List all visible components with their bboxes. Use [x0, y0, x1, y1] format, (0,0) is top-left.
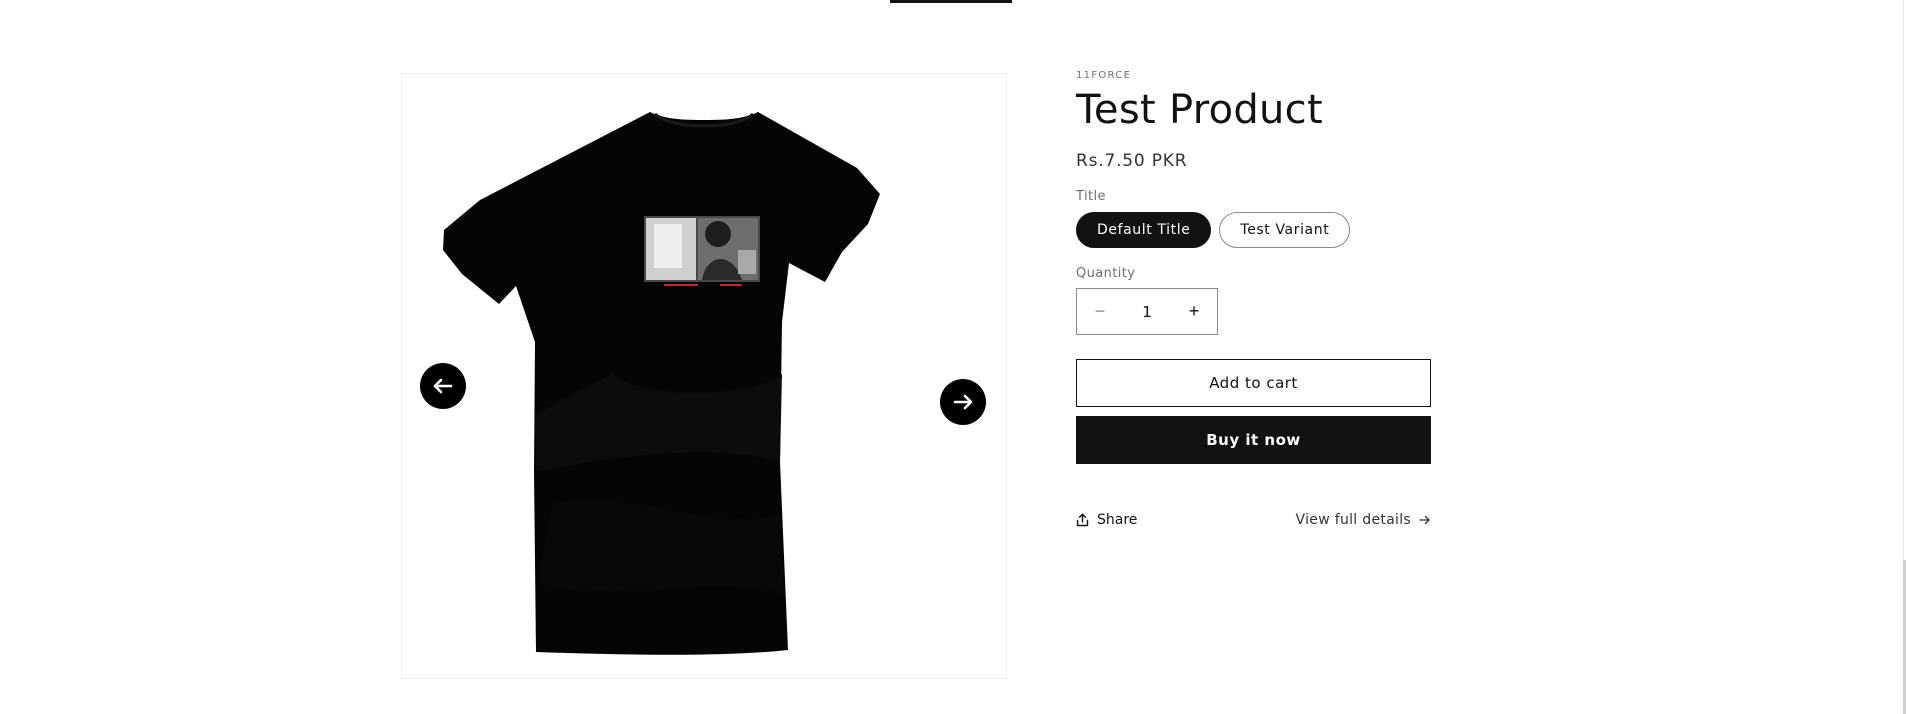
minus-icon: − — [1094, 301, 1106, 321]
buy-now-button[interactable]: Buy it now — [1076, 416, 1431, 464]
product-price: Rs.7.50 PKR — [1076, 151, 1188, 171]
product-media-gallery — [401, 73, 1007, 679]
variant-test-variant[interactable]: Test Variant — [1219, 212, 1351, 248]
header-active-underline — [890, 0, 1012, 3]
gallery-next-button[interactable] — [940, 379, 986, 425]
variant-option-label: Title — [1076, 189, 1106, 204]
variant-default-title[interactable]: Default Title — [1076, 212, 1212, 248]
quantity-input[interactable] — [1123, 302, 1171, 321]
quantity-increase-button[interactable]: + — [1171, 289, 1217, 334]
view-full-details-label: View full details — [1295, 512, 1411, 528]
quantity-stepper: − + — [1076, 288, 1218, 335]
quantity-label: Quantity — [1076, 266, 1136, 281]
arrow-right-icon — [953, 394, 973, 410]
product-footer-links: Share View full details — [1076, 512, 1431, 528]
add-to-cart-button[interactable]: Add to cart — [1076, 359, 1431, 407]
share-label: Share — [1097, 512, 1138, 528]
product-page: 11FORCE Test Product Rs.7.50 PKR Title D… — [0, 0, 1906, 714]
share-button[interactable]: Share — [1076, 512, 1137, 528]
arrow-right-icon — [1419, 515, 1430, 525]
variant-picker: Default Title Test Variant — [1076, 212, 1431, 248]
product-vendor: 11FORCE — [1076, 70, 1132, 81]
product-info: 11FORCE Test Product Rs.7.50 PKR Title D… — [1076, 70, 1431, 528]
product-title: Test Product — [1076, 87, 1323, 133]
gallery-prev-button[interactable] — [420, 363, 466, 409]
product-image[interactable] — [402, 74, 1006, 678]
arrow-left-icon — [433, 378, 453, 394]
view-full-details-link[interactable]: View full details — [1296, 512, 1431, 528]
quantity-decrease-button[interactable]: − — [1077, 289, 1123, 334]
share-icon — [1076, 513, 1089, 527]
plus-icon: + — [1188, 301, 1200, 321]
